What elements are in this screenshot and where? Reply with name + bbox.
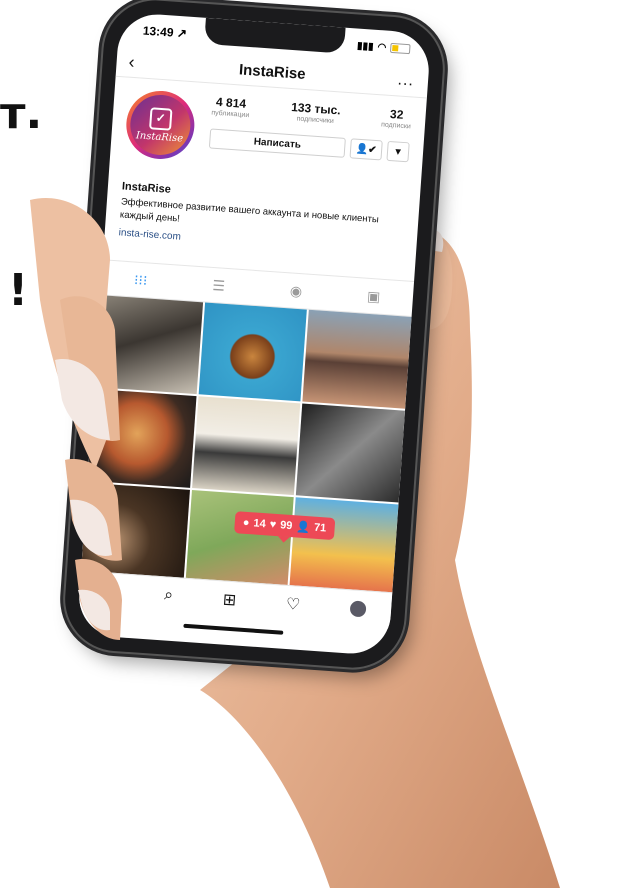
stat-label: подписки xyxy=(380,121,412,131)
home-icon[interactable]: ⌂ xyxy=(104,582,115,601)
battery-icon xyxy=(389,42,411,55)
post-thumbnail[interactable] xyxy=(198,302,308,402)
phone-screen: 13:49 ↗ ▮▮▮ ◠ ‹ InstaRise ... ✓ InstaRis… xyxy=(76,11,432,657)
profile-username: InstaRise xyxy=(238,60,307,83)
post-thumbnail[interactable] xyxy=(80,482,190,582)
tagged-icon[interactable]: ▣ xyxy=(367,287,381,305)
heart-icon[interactable]: ♡ xyxy=(285,594,301,615)
more-options-icon[interactable]: ... xyxy=(397,71,414,90)
follower-icon: 👤 xyxy=(295,520,311,534)
avatar[interactable]: ✓ InstaRise xyxy=(124,88,197,162)
status-time: 13:49 ↗ xyxy=(142,23,188,41)
signal-icon: ▮▮▮ xyxy=(356,40,374,53)
phone-notch xyxy=(204,17,346,54)
message-button[interactable]: Написать xyxy=(208,128,346,158)
post-thumbnail[interactable] xyxy=(87,388,197,488)
comment-icon: ● xyxy=(242,516,250,530)
stat-value: 4 814 xyxy=(215,94,247,111)
search-icon[interactable]: ⌕ xyxy=(163,586,174,605)
post-thumbnail[interactable] xyxy=(302,309,412,409)
profile-stats: 4 814 публикации 133 тыс. подписчики 32 … xyxy=(211,95,412,131)
profile-summary: ✓ InstaRise 4 814 публикации 133 тыс. по… xyxy=(119,84,417,194)
wifi-icon: ◠ xyxy=(377,41,387,54)
post-thumbnail[interactable] xyxy=(191,396,301,496)
post-thumbnail[interactable] xyxy=(93,295,203,395)
post-thumbnail[interactable] xyxy=(296,403,406,503)
stat-posts[interactable]: 4 814 публикации xyxy=(211,94,250,120)
checkbox-icon: ✓ xyxy=(149,106,173,131)
status-icons: ▮▮▮ ◠ xyxy=(357,40,411,55)
profile-bio: InstaRise Эффективное развитие вашего ак… xyxy=(118,180,405,258)
following-button[interactable]: 👤✔ xyxy=(349,138,383,161)
post-grid xyxy=(80,295,412,597)
stat-label: публикации xyxy=(211,109,250,120)
stat-value: 32 xyxy=(389,106,404,122)
grid-icon[interactable]: ⁝⁝⁝ xyxy=(133,271,148,289)
suggestions-dropdown-button[interactable]: ▾ xyxy=(386,140,410,163)
location-icon[interactable]: ◉ xyxy=(289,282,302,300)
like-count: 99 xyxy=(279,519,293,533)
stat-following[interactable]: 32 подписки xyxy=(381,106,412,130)
phone-device: 13:49 ↗ ▮▮▮ ◠ ‹ InstaRise ... ✓ InstaRis… xyxy=(61,0,447,672)
list-icon[interactable]: ☰ xyxy=(212,277,226,295)
heart-icon: ♥ xyxy=(269,518,277,531)
avatar-brand: InstaRise xyxy=(135,129,184,145)
profile-actions: Написать 👤✔ ▾ xyxy=(208,128,410,163)
comment-count: 14 xyxy=(253,517,267,531)
stat-followers[interactable]: 133 тыс. подписчики xyxy=(290,100,341,125)
post-thumbnail[interactable] xyxy=(289,497,399,597)
add-post-icon[interactable]: ⊞ xyxy=(222,589,237,610)
home-indicator xyxy=(183,623,284,635)
profile-avatar-icon[interactable] xyxy=(349,600,367,618)
follower-count: 71 xyxy=(313,521,327,535)
back-icon[interactable]: ‹ xyxy=(128,51,135,72)
